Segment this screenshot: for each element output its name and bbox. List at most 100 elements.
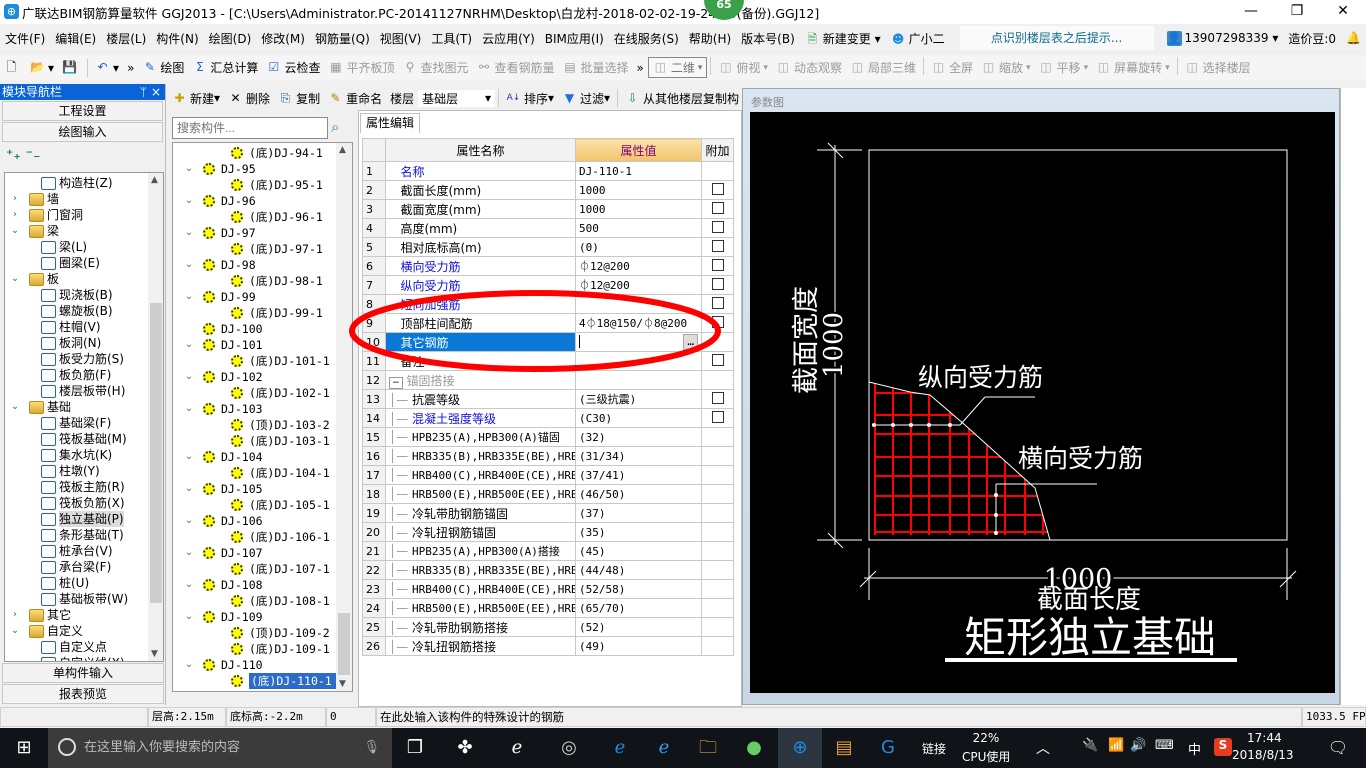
menu-item[interactable]: 修改(M) [256, 30, 310, 47]
report-preview-button[interactable]: 报表预览 [2, 684, 164, 704]
component-tree-item[interactable]: ⌄ DJ-108 [185, 577, 263, 593]
property-value[interactable]: (三级抗震) [575, 389, 702, 409]
property-value[interactable]: (52/58) [575, 579, 702, 599]
component-tree-item[interactable]: (底)DJ-106-1 [231, 529, 330, 545]
assistant-menu[interactable]: ☻ 广小二 [886, 30, 950, 47]
toolbar-button[interactable]: ⚯ 查看钢筋量 [472, 59, 558, 76]
attach-checkbox[interactable] [711, 182, 724, 195]
property-row[interactable]: 17 │— HRB400(C),HRB400E(CE),HRBF (37/41) [362, 465, 734, 485]
chevron-down-icon[interactable]: ⌄ [183, 401, 195, 417]
view-toolbar-button[interactable]: ◫ 缩放 ▾ [977, 57, 1035, 78]
search-icon[interactable]: ⌕ [331, 118, 339, 136]
task-view-icon[interactable]: ❐ [393, 728, 437, 768]
component-tree-item[interactable]: (顶)DJ-103-2 [231, 417, 330, 433]
menu-item[interactable]: 视图(V) [375, 30, 427, 47]
attach-checkbox[interactable] [711, 239, 724, 252]
close-button[interactable]: ✕ [1320, 0, 1366, 24]
attach-cell[interactable] [701, 294, 734, 314]
nav-folder[interactable]: › 墙 [9, 191, 59, 207]
component-tree-item[interactable]: (底)DJ-95-1 [231, 177, 323, 193]
menu-item[interactable]: 云应用(Y) [477, 30, 540, 47]
nav-item[interactable]: 楼层板带(H) [33, 383, 125, 399]
internet-explorer-icon[interactable]: ℯ [642, 728, 686, 768]
expand-all-icon[interactable]: ⁺₊ [6, 147, 21, 163]
chevron-down-icon[interactable]: ⌄ [183, 545, 195, 561]
toolbar-button[interactable]: ✎ 绘图 [138, 59, 188, 76]
property-value[interactable]: (37/41) [575, 465, 702, 485]
property-value[interactable]: 1000 [575, 180, 702, 200]
maximize-button[interactable]: ❐ [1274, 0, 1320, 24]
component-tree-item[interactable]: (底)DJ-103-1 [231, 433, 330, 449]
scroll-up-icon[interactable]: ▲ [151, 175, 158, 185]
undo-button[interactable]: ↶ ▾ [91, 60, 123, 75]
chevron-down-icon[interactable]: ⌄ [9, 271, 21, 287]
nav-item[interactable]: 柱帽(V) [33, 319, 101, 335]
attach-cell[interactable] [701, 275, 734, 295]
toolbar-button[interactable]: Σ 汇总计算 [188, 59, 262, 76]
chevron-down-icon[interactable]: ⌄ [183, 609, 195, 625]
nav-item[interactable]: 圈梁(E) [33, 255, 100, 271]
menu-item[interactable]: 工具(T) [426, 30, 477, 47]
menu-item[interactable]: 帮助(H) [684, 30, 736, 47]
rename-button[interactable]: ✎ 重命名 [324, 90, 386, 107]
property-row[interactable]: 24 │— HRB500(E),HRB500E(EE),HRBF (65/70) [362, 598, 734, 618]
ellipsis-button[interactable]: … [683, 334, 698, 350]
attach-checkbox[interactable] [711, 410, 724, 423]
menu-item[interactable]: 版本号(B) [736, 30, 800, 47]
component-tree-item[interactable]: ⌄ DJ-101 [185, 337, 263, 353]
chevron-down-icon[interactable]: ⌄ [9, 623, 21, 639]
component-tree-item[interactable]: (顶)DJ-109-2 [231, 625, 330, 641]
tip-banner[interactable]: 点识别楼层表之后提示... [959, 26, 1154, 50]
chevron-down-icon[interactable]: ⌄ [183, 481, 195, 497]
component-tree-item[interactable]: (底)DJ-99-1 [231, 305, 323, 321]
attach-cell[interactable] [701, 389, 734, 409]
view-toolbar-button[interactable]: ◫ 俯视 ▾ [714, 57, 772, 78]
nav-item[interactable]: 构造柱(Z) [33, 175, 113, 191]
property-value[interactable] [575, 351, 702, 371]
nav-item[interactable]: 螺旋板(B) [33, 303, 113, 319]
component-search-input[interactable] [172, 117, 328, 139]
g-app-icon[interactable]: G [866, 728, 910, 768]
bell-icon[interactable]: 🔔 [1341, 31, 1366, 45]
nav-item[interactable]: 桩(U) [33, 575, 89, 591]
user-account[interactable]: 👤 13907298339 ▾ [1162, 30, 1284, 46]
nav-item[interactable]: 条形基础(T) [33, 527, 124, 543]
nav-item[interactable]: 板洞(N) [33, 335, 101, 351]
property-value[interactable]: (31/34) [575, 446, 702, 466]
attach-cell[interactable] [701, 256, 734, 276]
ime-indicator[interactable]: 中 [1188, 739, 1201, 758]
sogou-icon[interactable]: S [1214, 738, 1232, 756]
filter-button[interactable]: ▼ 过滤 ▾ [558, 90, 614, 107]
property-row[interactable]: 26 │— 冷轧扭钢筋搭接 (49) [362, 636, 734, 656]
ie-icon[interactable]: ℯ [495, 728, 539, 768]
nav-folder[interactable]: ⌄ 板 [9, 271, 59, 287]
menu-item[interactable]: 在线服务(S) [609, 30, 684, 47]
toolbar-button[interactable]: ▤ 批量选择 [559, 59, 633, 76]
component-tree-item[interactable]: ⌄ DJ-107 [185, 545, 263, 561]
component-tree-item[interactable]: ⌄ DJ-96 [185, 193, 256, 209]
property-row[interactable]: 19 │— 冷轧带肋钢筋锚固 (37) [362, 503, 734, 523]
attach-checkbox[interactable] [711, 315, 724, 328]
taskbar-search-box[interactable]: 在这里输入你要搜索的内容 🎙 [48, 728, 392, 768]
clock-time[interactable]: 17:44 [1247, 731, 1282, 745]
keyboard-icon[interactable]: ⌨ [1155, 738, 1174, 753]
sort-button[interactable]: A↓ 排序 ▾ [502, 90, 558, 107]
property-value[interactable] [575, 294, 702, 314]
property-row[interactable]: 9 顶部柱间配筋 4⏀18@150/⏀8@200 [362, 313, 734, 333]
attach-cell[interactable] [701, 218, 734, 238]
chevron-down-icon[interactable]: ⌄ [183, 449, 195, 465]
property-row[interactable]: 6 横向受力筋 ⏀12@200 [362, 256, 734, 276]
component-tree-item[interactable]: (底)DJ-101-1 [231, 353, 330, 369]
component-tree-item[interactable]: (底)DJ-107-1 [231, 561, 330, 577]
attach-cell[interactable] [701, 199, 734, 219]
draw-input-button[interactable]: 绘图输入 [2, 122, 163, 142]
nav-item[interactable]: 筏板主筋(R) [33, 479, 125, 495]
property-row[interactable]: 10 其它钢筋… [362, 332, 734, 352]
property-row[interactable]: 20 │— 冷轧扭钢筋锚固 (35) [362, 522, 734, 542]
attach-cell[interactable] [701, 408, 734, 428]
menu-item[interactable]: 构件(N) [151, 30, 203, 47]
component-tree-item[interactable]: ⌄ DJ-110 [185, 657, 263, 673]
new-component-button[interactable]: ✚ 新建 ▾ [168, 90, 224, 107]
property-value[interactable]: DJ-110-1 [575, 161, 702, 181]
microphone-icon[interactable]: 🎙 [363, 728, 380, 768]
